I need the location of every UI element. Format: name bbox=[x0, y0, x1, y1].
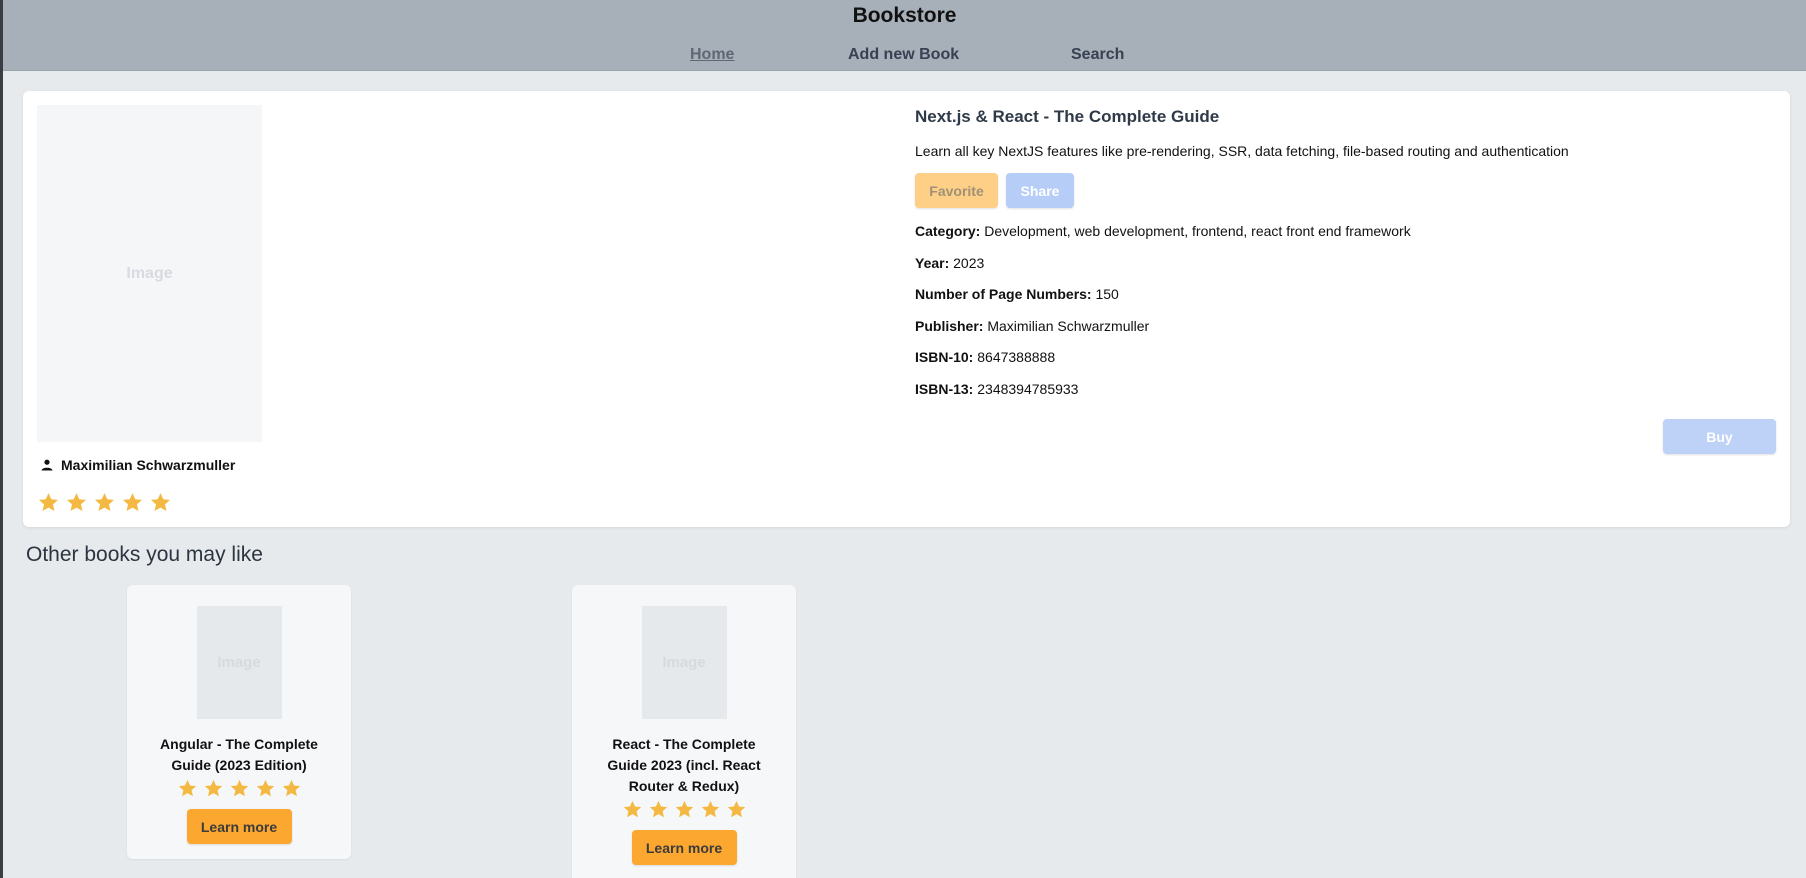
book-title: Next.js & React - The Complete Guide bbox=[915, 107, 1220, 126]
nav-home-link[interactable]: Home bbox=[690, 46, 734, 64]
page-count-value: 150 bbox=[1095, 286, 1119, 303]
star-icon bbox=[649, 800, 667, 818]
book-description: Learn all key NextJS features like pre-r… bbox=[915, 143, 1569, 159]
star-icon bbox=[675, 800, 693, 818]
star-icon bbox=[151, 493, 170, 512]
book-info-list: Category: Development, web development, … bbox=[915, 222, 1775, 398]
learn-more-button[interactable]: Learn more bbox=[631, 830, 737, 865]
publisher-label: Publisher: bbox=[915, 317, 984, 334]
recommendation-card: Image Angular - The Complete Guide (2023… bbox=[127, 585, 351, 859]
isbn10-label: ISBN-10: bbox=[915, 349, 974, 366]
user-icon bbox=[41, 459, 53, 471]
nav-add-book-link[interactable]: Add new Book bbox=[848, 46, 959, 64]
star-icon bbox=[727, 800, 745, 818]
nav-search-link[interactable]: Search bbox=[1071, 46, 1124, 64]
isbn13-label: ISBN-13: bbox=[915, 380, 974, 397]
star-icon bbox=[623, 800, 641, 818]
recommendation-card: Image React - The Complete Guide 2023 (i… bbox=[572, 585, 796, 878]
book-details: Next.js & React - The Complete Guide Lea… bbox=[915, 106, 1775, 412]
star-icon bbox=[256, 779, 274, 797]
recommendation-title: React - The Complete Guide 2023 (incl. R… bbox=[607, 736, 761, 794]
top-navbar: Bookstore Home Add new Book Search bbox=[3, 0, 1806, 71]
publisher-row: Publisher: Maximilian Schwarzmuller bbox=[915, 317, 1775, 335]
recommendations-heading: Other books you may like bbox=[26, 543, 263, 566]
star-icon bbox=[230, 779, 248, 797]
share-button[interactable]: Share bbox=[1006, 173, 1074, 208]
book-author: Maximilian Schwarzmuller bbox=[41, 457, 235, 473]
isbn13-row: ISBN-13: 2348394785933 bbox=[915, 380, 1775, 398]
book-rating bbox=[37, 491, 172, 514]
recommendation-rating bbox=[572, 799, 796, 820]
year-label: Year: bbox=[915, 254, 950, 271]
learn-more-button[interactable]: Learn more bbox=[186, 809, 292, 844]
isbn10-value: 8647388888 bbox=[977, 349, 1056, 366]
star-icon bbox=[95, 493, 114, 512]
page-count-label: Number of Page Numbers: bbox=[915, 286, 1092, 303]
star-icon bbox=[204, 779, 222, 797]
author-name: Maximilian Schwarzmuller bbox=[61, 457, 236, 473]
action-buttons: Favorite Share bbox=[915, 173, 1775, 208]
star-icon bbox=[282, 779, 300, 797]
star-icon bbox=[39, 493, 58, 512]
favorite-button[interactable]: Favorite bbox=[915, 173, 998, 208]
recommendation-cover-image: Image bbox=[196, 606, 282, 719]
year-value: 2023 bbox=[953, 254, 985, 271]
recommendation-title: Angular - The Complete Guide (2023 Editi… bbox=[160, 736, 318, 773]
isbn13-value: 2348394785933 bbox=[977, 380, 1079, 397]
category-value: Development, web development, frontend, … bbox=[984, 223, 1411, 239]
star-icon bbox=[701, 800, 719, 818]
year-row: Year: 2023 bbox=[915, 254, 1775, 272]
category-row: Category: Development, web development, … bbox=[915, 222, 1775, 240]
book-cover-image: Image bbox=[37, 105, 262, 442]
star-icon bbox=[123, 493, 142, 512]
book-detail-card: Image Maximilian Schwarzmuller Next.js &… bbox=[23, 91, 1790, 527]
page-count-row: Number of Page Numbers: 150 bbox=[915, 285, 1775, 303]
star-icon bbox=[178, 779, 196, 797]
recommendation-rating bbox=[127, 778, 351, 799]
isbn10-row: ISBN-10: 8647388888 bbox=[915, 348, 1775, 366]
brand-title: Bookstore bbox=[852, 4, 957, 27]
publisher-value: Maximilian Schwarzmuller bbox=[987, 317, 1150, 334]
star-icon bbox=[67, 493, 86, 512]
page: Bookstore Home Add new Book Search Image… bbox=[0, 0, 1806, 878]
buy-button[interactable]: Buy bbox=[1663, 419, 1776, 454]
recommendation-cover-image: Image bbox=[641, 606, 727, 719]
category-label: Category: bbox=[915, 223, 981, 239]
